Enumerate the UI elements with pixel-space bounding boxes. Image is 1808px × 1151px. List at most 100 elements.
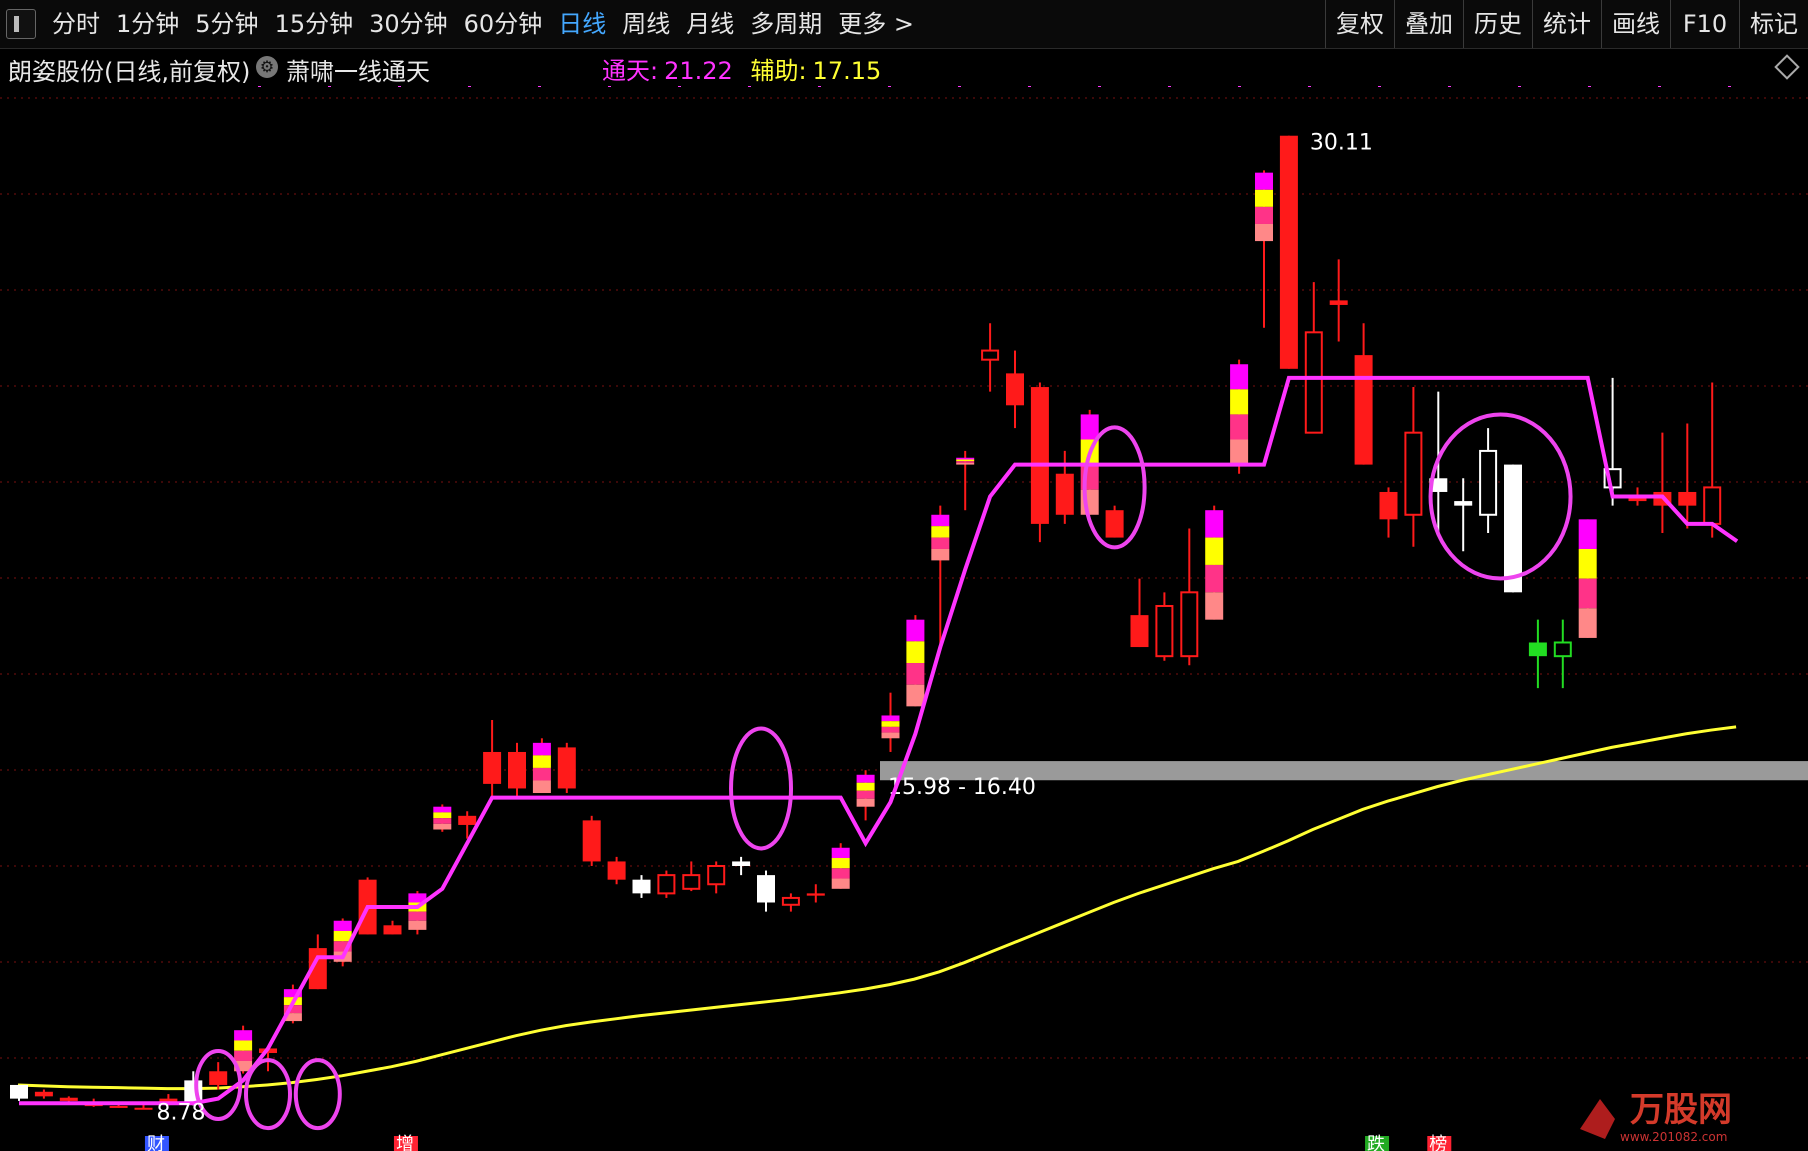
panel-toggle-icon[interactable] xyxy=(6,9,36,39)
candle-body xyxy=(1703,486,1722,525)
candle-body-highlight xyxy=(408,911,427,921)
period-tab-5[interactable]: 60分钟 xyxy=(456,0,551,48)
candle-body-highlight xyxy=(906,619,925,642)
candle-body xyxy=(59,1097,78,1101)
candle-body-highlight xyxy=(831,858,850,869)
top-marker-dot xyxy=(888,86,891,87)
candle-body-highlight xyxy=(956,461,975,463)
candle-body-highlight xyxy=(956,459,975,462)
candle-body xyxy=(134,1107,153,1110)
candle-body xyxy=(10,1084,28,1099)
candle-body-highlight xyxy=(433,812,452,819)
candle-body xyxy=(707,865,726,886)
candle-body-highlight xyxy=(532,767,551,781)
candle-body xyxy=(1678,491,1697,506)
period-tab-1[interactable]: 1分钟 xyxy=(108,0,187,48)
zone-label: 15.98 - 16.40 xyxy=(888,775,1036,800)
low-price-label: 8.78 xyxy=(157,1100,206,1125)
candle-body-highlight xyxy=(1578,578,1597,609)
top-marker-dot xyxy=(1588,86,1591,87)
period-tab-0[interactable]: 分时 xyxy=(44,0,108,48)
marker-text: 增 xyxy=(396,1134,414,1151)
period-tab-4[interactable]: 30分钟 xyxy=(361,0,456,48)
candle-body-highlight xyxy=(234,1030,253,1041)
candle-body-highlight xyxy=(1205,592,1224,620)
period-tab-2[interactable]: 5分钟 xyxy=(187,0,266,48)
candle-body xyxy=(1006,373,1024,406)
candle-body xyxy=(109,1105,128,1108)
candle-body xyxy=(383,925,402,935)
signal-circle xyxy=(293,1058,342,1131)
candle-body-highlight xyxy=(831,847,850,859)
action-button-6[interactable]: 标记 xyxy=(1739,0,1808,48)
candle-body xyxy=(1454,501,1473,506)
candle-body-highlight xyxy=(956,462,975,465)
tongtian-label: 通天: xyxy=(602,57,659,85)
period-tab-9[interactable]: 多周期 xyxy=(742,0,830,48)
candle-body xyxy=(1130,615,1149,648)
top-marker-dot xyxy=(538,86,541,87)
kline-chart[interactable]: 15.98 - 16.40 30.11 8.78 财 增 跌 榜 xyxy=(0,86,1808,1151)
indicator-name[interactable]: 萧啸一线通天 xyxy=(286,52,430,87)
settings-icon[interactable]: ⚙ xyxy=(256,56,278,78)
candle-body xyxy=(1379,491,1398,520)
period-tab-10[interactable]: 更多 > xyxy=(830,0,922,48)
candle-body xyxy=(1105,510,1124,538)
action-button-0[interactable]: 复权 xyxy=(1325,0,1394,48)
candle-body xyxy=(1180,591,1199,658)
candle-body-highlight xyxy=(333,920,352,931)
candle-body xyxy=(1329,300,1348,305)
top-marker-dot xyxy=(1518,86,1521,87)
period-tabs: 分时 1分钟 5分钟 15分钟 30分钟 60分钟 日线 周线 月线 多周期 更多 > xyxy=(0,0,922,48)
candle-body-highlight xyxy=(1255,172,1273,190)
candle-body xyxy=(1528,642,1547,657)
candle-body xyxy=(732,861,751,866)
period-toolbar: 分时 1分钟 5分钟 15分钟 30分钟 60分钟 日线 周线 月线 多周期 更多 > 复权 叠加 历史… xyxy=(0,0,1808,49)
diamond-icon[interactable] xyxy=(1774,54,1800,80)
period-tab-6[interactable]: 日线 xyxy=(550,0,614,48)
period-tab-8[interactable]: 月线 xyxy=(678,0,742,48)
action-button-4[interactable]: 画线 xyxy=(1601,0,1670,48)
candle-body-highlight xyxy=(234,1050,253,1061)
candle-body xyxy=(657,874,676,895)
candle-body-highlight xyxy=(1255,223,1273,242)
top-marker-dot xyxy=(818,86,821,87)
svg-text:www.201082.com: www.201082.com xyxy=(1620,1130,1727,1144)
action-button-5[interactable]: F10 xyxy=(1670,0,1739,48)
candle-body xyxy=(1553,641,1572,658)
candle-body xyxy=(607,861,626,880)
fuzhu-value: 17.15 xyxy=(812,57,882,85)
candle-body-highlight xyxy=(1205,537,1224,565)
candle-body xyxy=(34,1091,53,1097)
candle-body xyxy=(557,747,576,789)
candle-body-highlight xyxy=(1230,364,1249,390)
candle-body xyxy=(508,751,526,789)
high-price-label: 30.11 xyxy=(1310,131,1373,156)
period-tab-7[interactable]: 周线 xyxy=(614,0,678,48)
action-button-1[interactable]: 叠加 xyxy=(1394,0,1463,48)
candle-body-highlight xyxy=(931,537,950,549)
action-buttons: 复权 叠加 历史 统计 画线 F10 标记 xyxy=(1325,0,1808,48)
candle-body-highlight xyxy=(881,715,900,722)
action-button-2[interactable]: 历史 xyxy=(1463,0,1532,48)
candle-body-highlight xyxy=(856,790,875,799)
candle-body-highlight xyxy=(1578,519,1597,549)
top-marker-dot xyxy=(1168,86,1171,87)
period-tab-3[interactable]: 15分钟 xyxy=(267,0,362,48)
candle-body-highlight xyxy=(906,663,925,685)
top-marker-dot xyxy=(1378,86,1381,87)
candle-body-highlight xyxy=(931,514,950,527)
candle-body xyxy=(1479,449,1498,516)
top-marker-dot xyxy=(1448,86,1451,87)
watermark-logo: 万股网 www.201082.com xyxy=(1580,1090,1732,1144)
candle-body-highlight xyxy=(532,755,551,768)
candle-body xyxy=(1279,135,1298,369)
top-marker-dot xyxy=(958,86,961,87)
candle-body xyxy=(1354,355,1373,465)
top-marker-dot xyxy=(1028,86,1031,87)
candle-body xyxy=(483,751,502,784)
candle-body-highlight xyxy=(881,732,900,739)
top-marker-dot xyxy=(1098,86,1101,87)
candle-body-highlight xyxy=(234,1040,253,1051)
action-button-3[interactable]: 统计 xyxy=(1532,0,1601,48)
